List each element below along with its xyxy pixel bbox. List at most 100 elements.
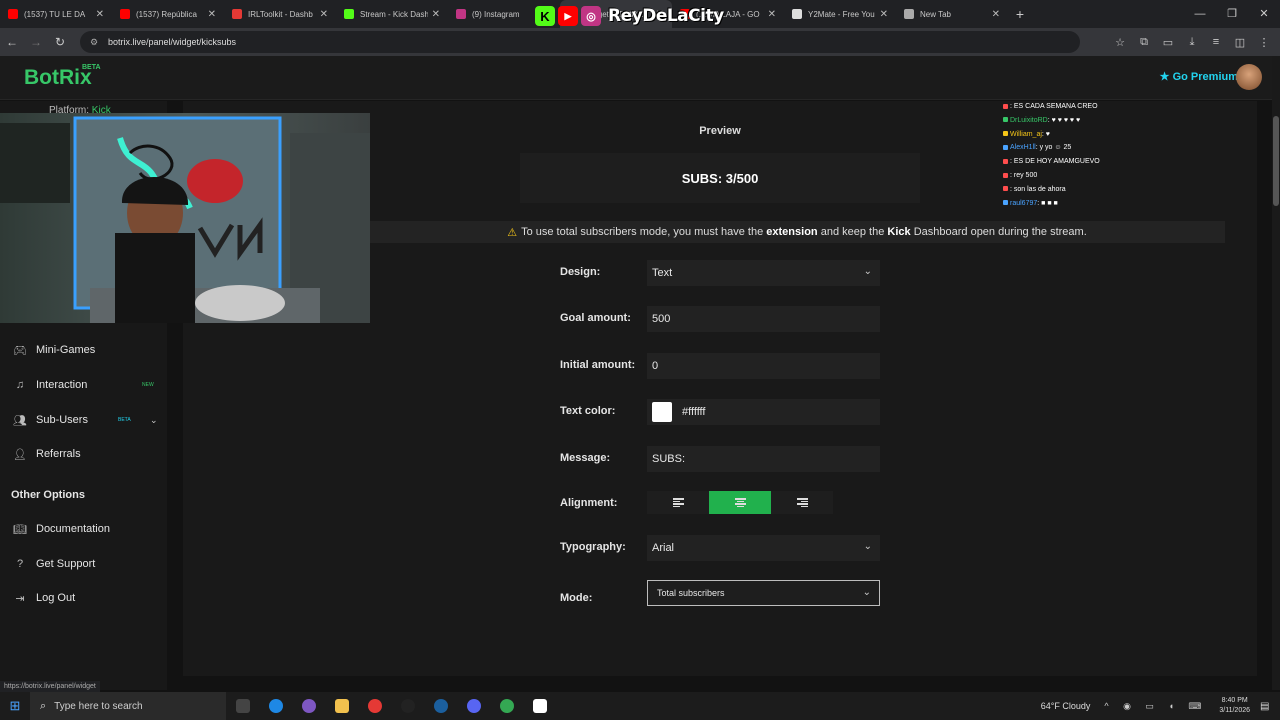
tray-icons[interactable]: ^ ◉ ▭ ◖ ⌨ xyxy=(1104,701,1207,712)
notification-icon[interactable]: ▤ xyxy=(1260,701,1280,712)
text-color-input[interactable]: #ffffff xyxy=(647,399,880,425)
gamepad-icon: 🎮︎ xyxy=(13,344,27,357)
browser-tab[interactable]: IRLToolkit - Dashb ✕ xyxy=(224,0,336,28)
stream-chat-overlay: : ES CADA SEMANA CREO DrLuixitoRD: ♥ ♥ ♥ … xyxy=(1003,100,1203,210)
status-bar-url: https://botrix.live/panel/widget xyxy=(0,681,100,692)
new-tab-button[interactable]: + xyxy=(1008,6,1032,22)
align-left-button[interactable] xyxy=(647,491,709,514)
close-icon[interactable]: ✕ xyxy=(208,9,216,20)
taskbar-search-input[interactable]: ⌕ Type here to search xyxy=(30,692,226,720)
chevron-down-icon: ⌄ xyxy=(862,587,871,598)
url-text: botrix.live/panel/widget/kicksubs xyxy=(108,37,237,47)
logout-icon: ⇥ xyxy=(15,592,25,605)
site-info-icon[interactable]: ⚙ xyxy=(90,37,100,48)
steam-icon[interactable] xyxy=(424,692,457,720)
forward-icon[interactable]: → xyxy=(24,35,48,49)
close-icon[interactable]: ✕ xyxy=(432,9,440,20)
youtube-icon xyxy=(120,9,130,19)
sidebar-item-sub-users[interactable]: 👥︎ Sub-Users BETA ⌄ xyxy=(12,408,162,432)
edge-icon[interactable] xyxy=(259,692,292,720)
reload-icon[interactable]: ↻ xyxy=(48,35,72,49)
download-icon[interactable]: ⤓ xyxy=(1180,36,1204,49)
people-group-icon: 👤︎ xyxy=(13,448,27,461)
sidebar-item-referrals[interactable]: 👤︎ Referrals xyxy=(12,442,162,466)
back-icon[interactable]: ← xyxy=(0,35,24,49)
extensions-icon[interactable]: ⧉ xyxy=(1132,36,1156,49)
chat-badge-icon xyxy=(1003,117,1008,123)
webcam-image xyxy=(0,113,370,323)
mode-select[interactable]: Total subscribers ⌄ xyxy=(647,580,880,606)
sidepanel-icon[interactable]: ◫ xyxy=(1228,36,1252,49)
chat-badge-icon xyxy=(1003,131,1008,137)
browser-tab[interactable]: (1537) TU LE DA ✕ xyxy=(0,0,112,28)
chrome-icon[interactable] xyxy=(358,692,391,720)
channel-name: ReyDeLaCity xyxy=(608,6,724,26)
browser-tab[interactable]: Y2Mate - Free You ✕ xyxy=(784,0,896,28)
chat-message: AlexH1ll: y yo ☺ 25 xyxy=(1003,141,1203,155)
chat-username: AlexH1ll xyxy=(1010,144,1036,152)
initial-amount-row: Initial amount: 0 xyxy=(560,353,880,379)
browser-tab[interactable]: Stream - Kick Dash ✕ xyxy=(336,0,448,28)
bookmark-star-icon[interactable]: ☆ xyxy=(1108,36,1132,49)
close-icon[interactable]: ✕ xyxy=(880,9,888,20)
sidebar-item-get-support[interactable]: ? Get Support xyxy=(12,552,162,576)
task-view-icon[interactable] xyxy=(226,692,259,720)
message-input[interactable]: SUBS: xyxy=(647,446,880,472)
warning-icon: ⚠ xyxy=(507,226,518,239)
chat-text: : ■ ■ ■ xyxy=(1037,199,1058,207)
close-icon[interactable]: ✕ xyxy=(992,9,1000,20)
color-swatch[interactable] xyxy=(652,402,672,422)
sidebar-item-log-out[interactable]: ⇥ Log Out xyxy=(12,586,162,610)
goal-amount-input[interactable]: 500 xyxy=(647,306,880,332)
search-icon: ⌕ xyxy=(40,699,47,712)
restore-icon[interactable]: ❐ xyxy=(1216,0,1248,28)
close-window-icon[interactable]: ✕ xyxy=(1248,0,1280,28)
align-center-button[interactable] xyxy=(709,491,771,514)
chevron-down-icon: ⌄ xyxy=(863,266,872,277)
queue-icon[interactable]: ≡ xyxy=(1204,36,1228,48)
taskbar-clock[interactable]: 8:40 PM 3/11/2026 xyxy=(1219,696,1250,716)
initial-amount-input[interactable]: 0 xyxy=(647,353,880,379)
typography-row: Typography: Arial ⌄ xyxy=(560,535,880,561)
weather-widget[interactable]: 64°F Cloudy xyxy=(1041,701,1091,711)
copilot-icon[interactable] xyxy=(292,692,325,720)
sidebar-item-mini-games[interactable]: 🎮︎ Mini-Games xyxy=(12,338,162,362)
close-icon[interactable]: ✕ xyxy=(320,9,328,20)
chevron-down-icon[interactable]: ⌄ xyxy=(150,415,158,426)
chrome-icon xyxy=(904,9,914,19)
browser-tab[interactable]: (1537) República ✕ xyxy=(112,0,224,28)
close-icon[interactable]: ✕ xyxy=(768,9,776,20)
chat-message: : ES DE HOY AMAMGUEVO xyxy=(1003,155,1203,169)
discord-icon[interactable] xyxy=(457,692,490,720)
chat-text: : ES DE HOY AMAMGUEVO xyxy=(1010,158,1100,166)
url-input[interactable]: ⚙ botrix.live/panel/widget/kicksubs xyxy=(80,31,1080,53)
browser-tab[interactable]: New Tab ✕ xyxy=(896,0,1008,28)
chat-badge-icon xyxy=(1003,200,1008,206)
capcut-icon[interactable] xyxy=(523,692,556,720)
obs-icon[interactable] xyxy=(391,692,424,720)
sidebar-item-documentation[interactable]: 📖︎ Documentation xyxy=(12,517,162,541)
chat-text: : rey 500 xyxy=(1010,171,1038,179)
window-controls: — ❐ ✕ xyxy=(1184,0,1280,28)
goal-amount-row: Goal amount: 500 xyxy=(560,306,880,332)
minimize-icon[interactable]: — xyxy=(1184,0,1216,28)
menu-dots-icon[interactable]: ⋮ xyxy=(1252,36,1276,49)
cast-icon[interactable]: ▭ xyxy=(1156,36,1180,49)
botrix-logo[interactable]: BotRix BETA xyxy=(24,64,101,90)
avatar[interactable] xyxy=(1236,64,1262,90)
windows-start-icon[interactable]: ⊞ xyxy=(0,698,30,714)
align-right-button[interactable] xyxy=(771,491,833,514)
page-scrollbar[interactable] xyxy=(1272,56,1280,690)
music-note-icon: ♫ xyxy=(15,379,25,391)
scrollbar-thumb[interactable] xyxy=(1273,116,1279,206)
design-select[interactable]: Text ⌄ xyxy=(647,260,880,286)
go-premium-button[interactable]: ★ Go Premium xyxy=(1160,70,1238,83)
close-icon[interactable]: ✕ xyxy=(96,9,104,20)
file-explorer-icon[interactable] xyxy=(325,692,358,720)
typography-select[interactable]: Arial ⌄ xyxy=(647,535,880,561)
chat-message: : son las de ahora xyxy=(1003,183,1203,197)
chrome-icon[interactable] xyxy=(490,692,523,720)
chat-text: : ♥ xyxy=(1041,130,1050,138)
sidebar-item-interaction[interactable]: ♫ Interaction NEW xyxy=(12,373,162,397)
mode-notice: ⚠ To use total subscribers mode, you mus… xyxy=(369,221,1225,243)
